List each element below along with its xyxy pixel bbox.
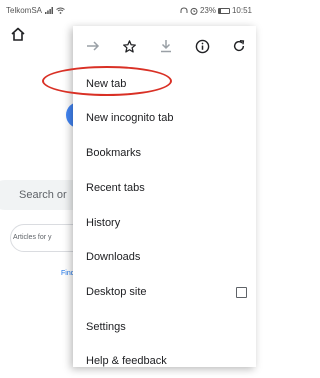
signal-icon	[45, 7, 54, 14]
battery-fill	[218, 8, 222, 13]
wifi-icon	[56, 7, 65, 14]
battery-percent: 23%	[199, 6, 216, 15]
star-icon	[122, 39, 136, 53]
page-info-button[interactable]	[192, 36, 212, 56]
overflow-menu: New tab New incognito tab Bookmarks Rece…	[73, 26, 256, 367]
home-icon[interactable]	[10, 26, 26, 42]
desktop-site-checkbox[interactable]	[236, 287, 247, 298]
download-page-button[interactable]	[156, 36, 176, 56]
bookmark-button[interactable]	[119, 36, 139, 56]
menu-item-label: Help & feedback	[86, 355, 167, 367]
articles-chip-label: Articles for y	[13, 234, 52, 241]
menu-item-settings[interactable]: Settings	[73, 310, 256, 344]
battery-icon	[217, 7, 230, 14]
menu-item-help-feedback[interactable]: Help & feedback	[73, 344, 256, 378]
carrier-name: TelkomSA	[6, 6, 43, 15]
menu-item-new-tab[interactable]: New tab	[73, 67, 256, 101]
headphones-icon	[180, 7, 188, 13]
refresh-button[interactable]	[229, 36, 249, 56]
alarm-icon	[190, 7, 198, 15]
forward-button[interactable]	[83, 36, 103, 56]
menu-item-downloads[interactable]: Downloads	[73, 240, 256, 274]
menu-item-label: Bookmarks	[86, 147, 142, 159]
menu-item-history[interactable]: History	[73, 206, 256, 240]
menu-item-label: Settings	[86, 321, 126, 333]
refresh-icon	[233, 40, 245, 52]
menu-item-label: History	[86, 217, 121, 229]
search-placeholder: Search or	[19, 189, 67, 201]
menu-item-label: New incognito tab	[86, 112, 174, 124]
menu-item-label: Recent tabs	[86, 182, 145, 194]
menu-item-label: Downloads	[86, 251, 141, 263]
menu-item-label: Desktop site	[86, 286, 147, 298]
menu-toolbar	[73, 26, 256, 66]
clock: 10:51	[231, 6, 252, 15]
menu-item-new-incognito-tab[interactable]: New incognito tab	[73, 101, 256, 135]
menu-item-desktop-site[interactable]: Desktop site	[73, 275, 256, 309]
info-icon	[195, 39, 209, 53]
download-icon	[161, 40, 171, 53]
menu-item-recent-tabs[interactable]: Recent tabs	[73, 171, 256, 205]
menu-item-bookmarks[interactable]: Bookmarks	[73, 136, 256, 170]
status-bar: TelkomSA 23% 10:51	[0, 0, 256, 22]
arrow-right-icon	[87, 41, 100, 51]
menu-item-label: New tab	[86, 78, 127, 90]
